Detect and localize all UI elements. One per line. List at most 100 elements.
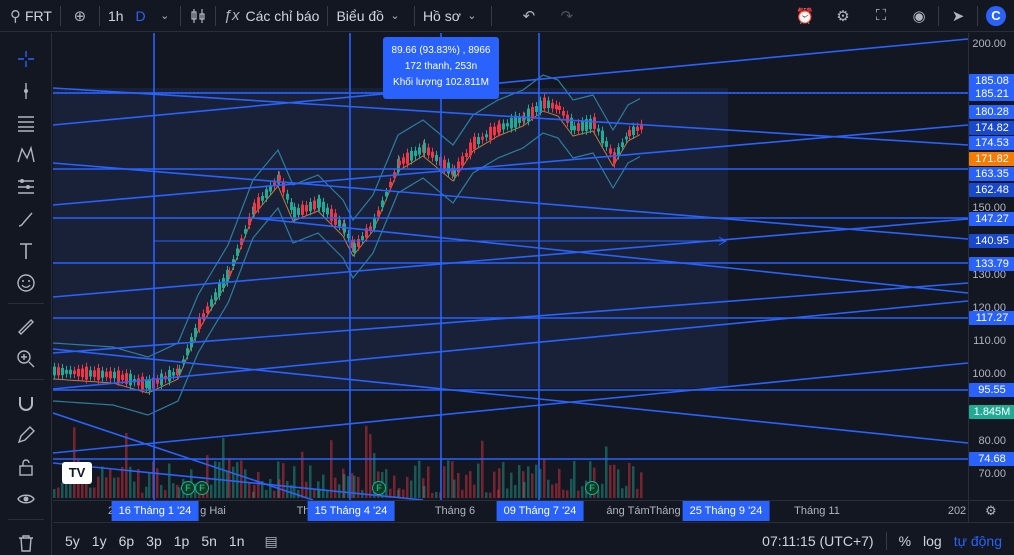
earnings-flag[interactable]: F <box>195 481 209 495</box>
text-tool[interactable] <box>12 237 40 265</box>
range-5y-button[interactable]: 5y <box>59 533 86 549</box>
auto-scale-toggle[interactable]: tự động <box>948 533 1008 549</box>
price-axis[interactable]: 200.00 150.00 130.00 120.00 110.00 100.0… <box>968 33 1014 500</box>
compare-button[interactable]: ⊕ <box>61 0 99 32</box>
volume-bar <box>232 466 235 498</box>
candle-body <box>101 370 104 378</box>
candle-body <box>498 123 501 133</box>
candle-body <box>543 97 546 109</box>
volume-bar <box>447 460 450 498</box>
candle-body <box>309 202 312 212</box>
trendline-tool[interactable] <box>12 77 40 105</box>
range-3m-button[interactable]: 3p <box>140 533 168 549</box>
candle-body <box>186 348 189 356</box>
top-toolbar: ⚲ FRT ⊕ 1h D ⌄ ƒx Các chỉ báo Biểu đồ ⌄ … <box>0 0 1014 32</box>
volume-bar <box>133 481 136 498</box>
candle-body <box>109 371 112 379</box>
range-6m-button[interactable]: 6p <box>113 533 141 549</box>
range-1m-button[interactable]: 1p <box>168 533 196 549</box>
settings-button[interactable]: ⚙ <box>824 0 862 32</box>
volume-bar <box>493 471 496 498</box>
candle-body <box>562 111 565 116</box>
alert-button[interactable]: ⏰ <box>786 0 824 32</box>
candle-body <box>322 201 325 213</box>
price-tick: 80.00 <box>978 435 1006 447</box>
volume-bar <box>109 469 112 498</box>
fx-icon: ƒx <box>223 7 240 24</box>
range-1y-button[interactable]: 1y <box>86 533 113 549</box>
time-tick: Tháng <box>649 505 681 517</box>
clock-time[interactable]: 07:11:15 (UTC+7) <box>756 533 879 549</box>
symbol-search[interactable]: ⚲ FRT <box>0 0 60 32</box>
indicators-button[interactable]: ƒx Các chỉ báo <box>216 0 328 32</box>
delete-tool[interactable] <box>12 529 40 555</box>
earnings-flag[interactable]: F <box>181 481 195 495</box>
goto-date-button[interactable]: ▤ <box>258 533 283 550</box>
candle-body <box>621 142 624 147</box>
pattern-icon <box>17 145 35 163</box>
stay-drawing-tool[interactable] <box>12 421 40 449</box>
interval-dropdown[interactable]: ⌄ <box>150 0 180 32</box>
range-5d-button[interactable]: 5n <box>195 533 223 549</box>
horizontal-lines-icon <box>18 116 34 132</box>
candle-body <box>148 379 151 391</box>
percent-toggle[interactable]: % <box>893 533 917 549</box>
undo-button[interactable]: ↶ <box>510 0 548 32</box>
volume-bar <box>93 487 96 498</box>
redo-button[interactable]: ↷ <box>548 0 586 32</box>
price-label: 174.82 <box>969 121 1014 135</box>
time-axis[interactable]: 2 g Hai Th Tháng 6 áng Tám Tháng Tháng 1… <box>53 500 968 522</box>
zoom-tool[interactable] <box>12 345 40 373</box>
candle-body <box>418 147 421 155</box>
brush-tool[interactable] <box>12 205 40 233</box>
tradingview-logo[interactable]: TV <box>62 462 92 484</box>
range-1d-button[interactable]: 1n <box>223 533 251 549</box>
price-label: 163.35 <box>969 167 1014 181</box>
tooltip-price-change: 89.66 (93.83%) , 8966 <box>391 45 491 56</box>
candle-body <box>113 371 116 379</box>
axis-settings[interactable]: ⚙ <box>968 500 1014 522</box>
volume-bar <box>240 460 243 498</box>
chart-pane[interactable] <box>53 33 968 500</box>
price-label: 140.95 <box>969 234 1014 248</box>
brand-button[interactable]: C <box>978 0 1014 32</box>
magnet-tool[interactable] <box>12 389 40 417</box>
volume-bar <box>573 461 576 498</box>
candle-body <box>558 105 561 111</box>
chart-type-button[interactable] <box>181 0 215 32</box>
candle-body <box>240 238 243 246</box>
candle-body <box>427 147 430 156</box>
price-label: 117.27 <box>969 311 1014 325</box>
volume-bar <box>53 488 56 498</box>
earnings-flag[interactable]: F <box>372 481 386 495</box>
visibility-tool[interactable] <box>12 485 40 513</box>
fib-tool[interactable] <box>12 109 40 137</box>
time-label: 25 Tháng 9 '24 <box>682 501 770 521</box>
interval-d-button[interactable]: D <box>132 0 150 32</box>
earnings-flag[interactable]: F <box>585 481 599 495</box>
candle-body <box>377 210 380 217</box>
candle-body <box>414 150 417 157</box>
candle-body <box>609 148 612 154</box>
pattern-tool[interactable] <box>12 141 40 169</box>
volume-bar <box>393 475 396 498</box>
ruler-tool[interactable] <box>12 313 40 341</box>
crosshair-tool[interactable] <box>12 45 40 73</box>
chart-menu-button[interactable]: Biểu đồ ⌄ <box>328 0 413 32</box>
emoji-tool[interactable] <box>12 269 40 297</box>
candle-body <box>218 283 221 297</box>
volume-bar <box>322 474 325 498</box>
log-toggle[interactable]: log <box>917 533 948 549</box>
interval-d-label: D <box>135 7 146 24</box>
profile-menu-button[interactable]: Hồ sơ ⌄ <box>415 0 491 32</box>
fullscreen-button[interactable]: ⛶ <box>862 0 900 32</box>
share-button[interactable]: ➤ <box>939 0 977 32</box>
snapshot-button[interactable]: ◉ <box>900 0 938 32</box>
lock-tool[interactable] <box>12 453 40 481</box>
projection-tool[interactable] <box>12 173 40 201</box>
time-tick: 202 <box>947 505 967 517</box>
candle-body <box>402 157 405 164</box>
volume-bar <box>385 469 388 498</box>
interval-button[interactable]: 1h <box>100 0 132 32</box>
candle-body <box>338 219 341 227</box>
